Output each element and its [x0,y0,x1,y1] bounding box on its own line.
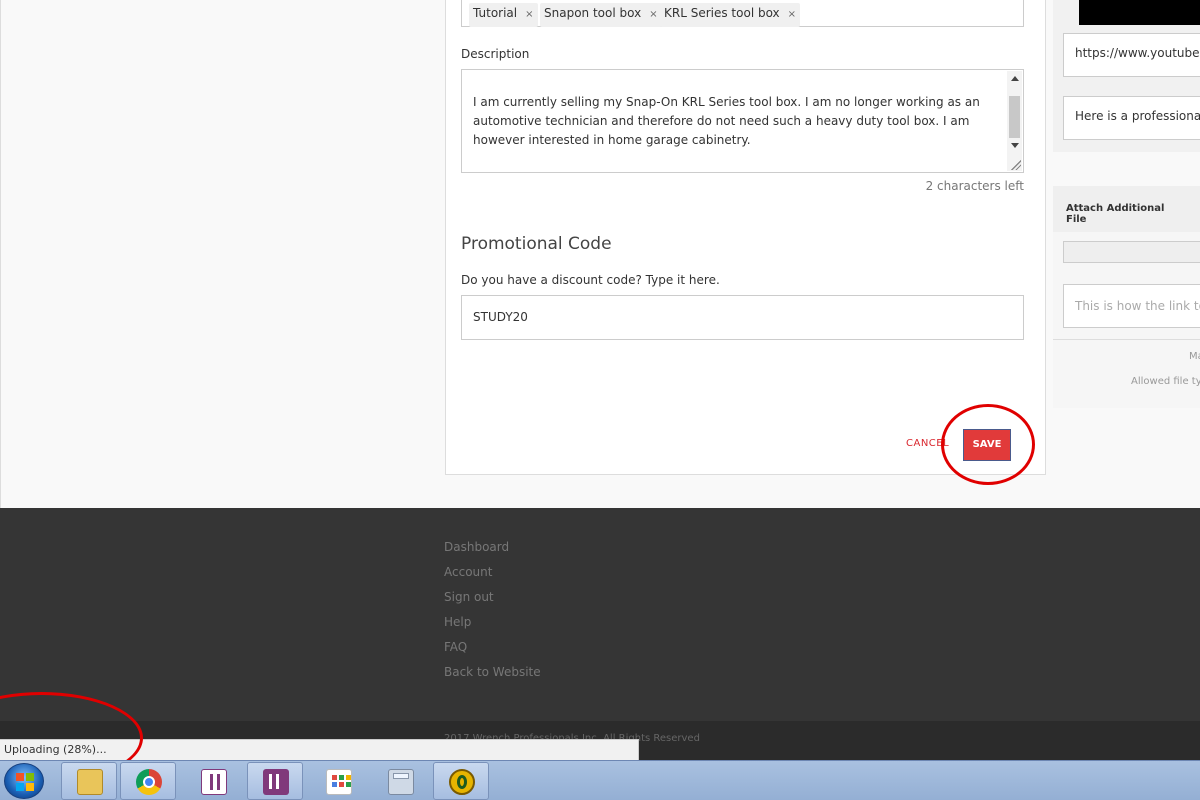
slide-app-icon [449,769,475,795]
video-thumbnail[interactable] [1079,0,1200,25]
taskbar-onenote-notebook-button[interactable] [185,762,241,800]
taskbar-chrome-button[interactable] [120,762,176,800]
description-textarea[interactable]: I am currently selling my Snap-On KRL Se… [461,69,1024,173]
promo-code-field[interactable] [461,295,1024,340]
tag-remove-icon[interactable]: × [788,9,796,20]
taskbar-calculator-button[interactable] [372,762,428,800]
max-size-note: Ma [1189,351,1200,362]
upload-progress-track [1063,241,1200,263]
footer-link-faq[interactable]: FAQ [444,640,467,654]
tag-remove-icon[interactable]: × [649,9,657,20]
video-url-field[interactable]: https://www.youtube.c [1063,33,1200,77]
attach-file-header: Attach Additional File [1053,186,1200,232]
taskbar-apps-button[interactable] [310,762,366,800]
tags-input[interactable]: Tutorial × Snapon tool box × KRL Series to… [461,0,1024,27]
windows-taskbar [0,760,1200,800]
promo-prompt: Do you have a discount code? Type it her… [461,273,720,287]
promo-section-title: Promotional Code [461,234,612,254]
tag-remove-icon[interactable]: × [525,9,533,20]
promo-code-input[interactable] [473,310,973,324]
footer-link-help[interactable]: Help [444,615,471,629]
footer-link-dashboard[interactable]: Dashboard [444,540,509,554]
annotation-circle-save [941,404,1035,485]
resize-grip-icon[interactable] [1011,160,1021,170]
site-footer: Dashboard Account Sign out Help FAQ Back… [0,508,1200,721]
folder-icon [77,769,103,795]
calculator-icon [388,769,414,795]
description-scrollbar[interactable] [1007,71,1022,171]
taskbar-slide-app-button[interactable] [433,762,489,800]
footer-link-sign-out[interactable]: Sign out [444,590,494,604]
chrome-icon [136,769,162,795]
apps-grid-icon [326,769,352,795]
scroll-up-icon[interactable] [1011,76,1019,81]
windows-logo-icon [16,773,34,791]
allowed-types-note: Allowed file typ [1131,376,1200,387]
footer-link-back-to-website[interactable]: Back to Website [444,665,541,679]
character-counter: 2 characters left [925,179,1024,193]
attach-link-input[interactable]: This is how the link to c [1063,284,1200,328]
video-description-field[interactable]: Here is a professional r [1063,96,1200,140]
scroll-down-icon[interactable] [1011,143,1019,148]
scroll-thumb[interactable] [1009,96,1020,138]
tag-label: KRL Series tool box [664,6,780,20]
onenote-icon [263,769,289,795]
start-button[interactable] [4,763,44,799]
footer-link-account[interactable]: Account [444,565,492,579]
description-text: I am currently selling my Snap-On KRL Se… [473,95,980,147]
tag-chip: Snapon tool box × [540,3,662,27]
tag-label: Snapon tool box [544,6,642,20]
tag-chip: KRL Series tool box × [660,3,801,27]
description-label: Description [461,47,530,61]
divider [1053,339,1200,340]
tag-label: Tutorial [473,6,518,20]
tag-chip: Tutorial × [469,3,538,27]
taskbar-explorer-button[interactable] [61,762,117,800]
notebook-icon [201,769,227,795]
taskbar-onenote-button[interactable] [247,762,303,800]
page-content: Tutorial × Snapon tool box × KRL Series to… [0,0,1200,508]
